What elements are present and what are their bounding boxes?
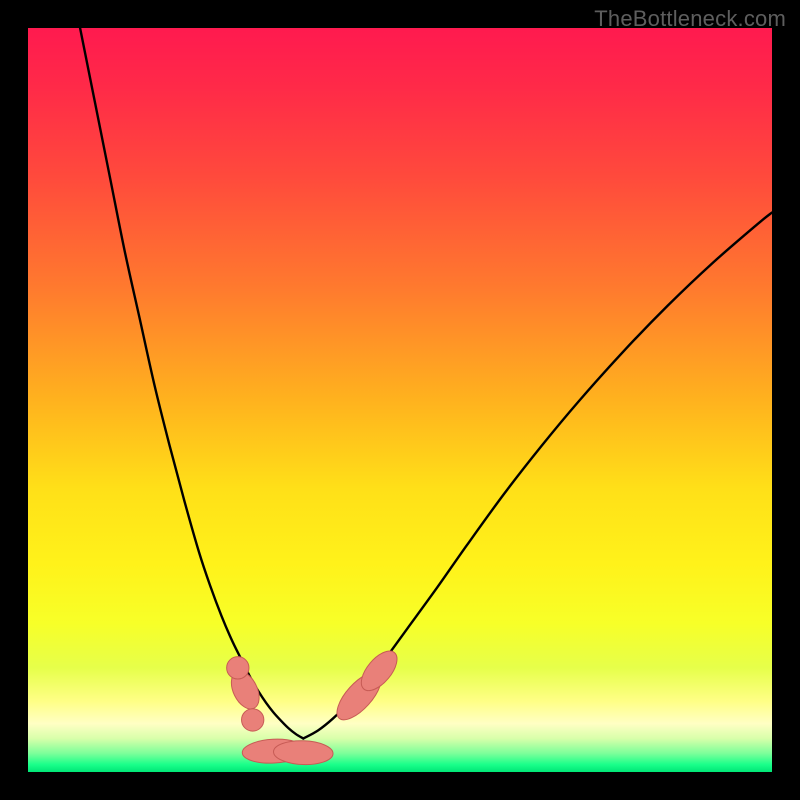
gradient-background [28,28,772,772]
marker-5 [227,657,249,679]
marker-6 [242,709,264,731]
plot-area [28,28,772,772]
plot-svg [28,28,772,772]
chart-frame: TheBottleneck.com [0,0,800,800]
watermark-text: TheBottleneck.com [594,6,786,32]
